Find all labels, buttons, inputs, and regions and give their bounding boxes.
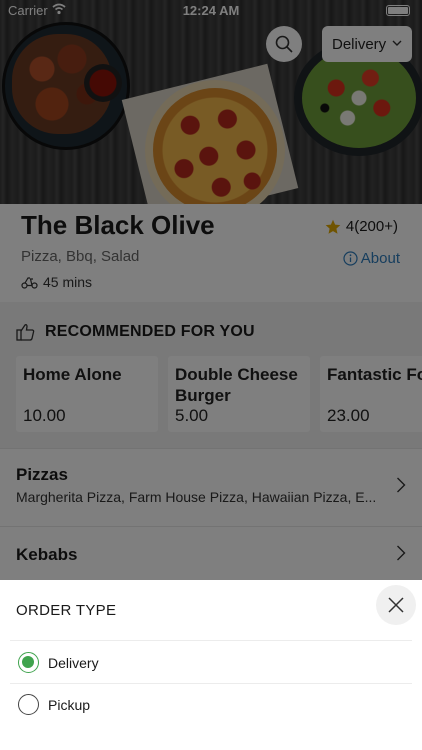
divider: [10, 640, 412, 641]
order-type-sheet: ORDER TYPE Delivery Pickup: [0, 580, 422, 750]
radio-option-pickup[interactable]: Pickup: [18, 694, 90, 715]
radio-option-delivery[interactable]: Delivery: [18, 652, 99, 673]
divider: [10, 683, 412, 684]
option-label: Pickup: [48, 696, 91, 713]
restaurant-screen: Carrier 12:24 AM Delivery The Black Oliv…: [0, 0, 422, 750]
option-label: Delivery: [48, 654, 99, 671]
modal-backdrop[interactable]: [0, 0, 422, 580]
close-icon: [388, 597, 404, 613]
radio-unselected[interactable]: [18, 694, 39, 715]
sheet-title: ORDER TYPE: [16, 602, 117, 619]
radio-selected[interactable]: [18, 652, 39, 673]
close-button[interactable]: [376, 585, 416, 625]
